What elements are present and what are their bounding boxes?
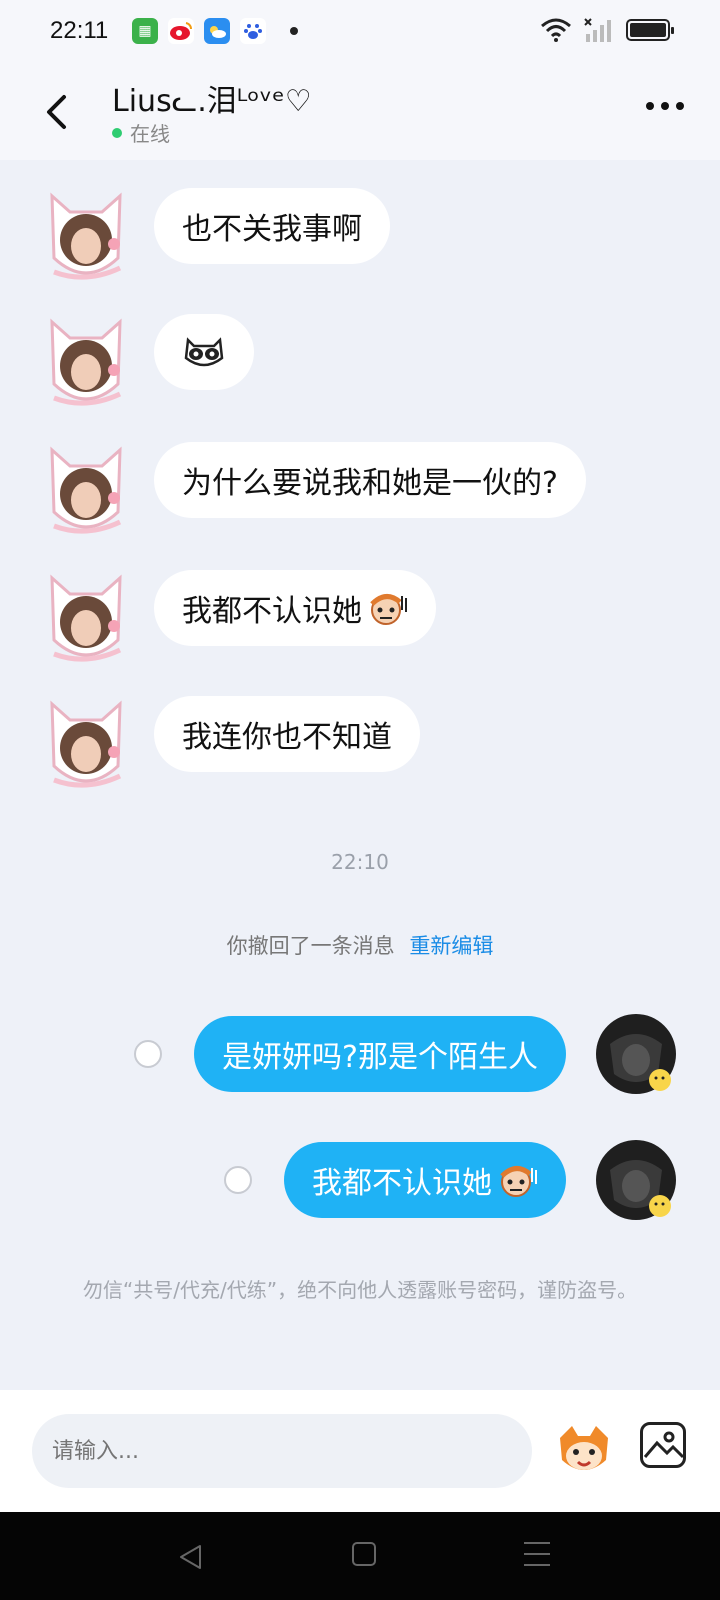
message-text: 是妍妍吗?那是个陌生人 xyxy=(222,1040,538,1075)
contact-name[interactable]: Liusᓚ.泪ᴸᵒᵛᵉ♡ xyxy=(112,76,312,120)
back-button[interactable] xyxy=(36,90,76,134)
status-indicators xyxy=(540,18,674,42)
user-avatar[interactable] xyxy=(596,1140,676,1220)
incoming-message xyxy=(44,314,254,408)
recall-text: 你撤回了一条消息 xyxy=(226,934,395,958)
message-bubble[interactable]: 是妍妍吗?那是个陌生人 xyxy=(194,1016,566,1092)
incoming-message: 为什么要说我和她是一伙的? xyxy=(44,442,586,536)
message-bubble[interactable]: 也不关我事啊 xyxy=(154,188,390,264)
more-dot-icon xyxy=(646,102,654,110)
online-status-label: 在线 xyxy=(130,122,170,146)
message-text: 我连你也不知道 xyxy=(182,720,392,755)
more-dot-icon xyxy=(676,102,684,110)
image-button[interactable] xyxy=(640,1422,686,1468)
contact-avatar[interactable] xyxy=(44,314,128,408)
input-bar xyxy=(0,1390,720,1512)
online-status: 在线 xyxy=(112,118,170,147)
wifi-icon xyxy=(541,18,571,42)
bear-sticker-icon xyxy=(184,337,224,367)
re-edit-link[interactable]: 重新编辑 xyxy=(409,934,493,958)
signal-icon xyxy=(584,18,611,42)
chat-area[interactable]: 也不关我事啊 为什么要说我和她是一伙的? 我都不认识她 我连你也不知道 22:1… xyxy=(0,160,720,1390)
face-emoji-icon xyxy=(370,594,407,625)
notification-dot xyxy=(290,27,298,35)
contact-avatar[interactable] xyxy=(44,570,128,664)
emoji-button[interactable] xyxy=(554,1420,614,1480)
select-radio[interactable] xyxy=(134,1040,163,1068)
incoming-message: 也不关我事啊 xyxy=(44,188,390,282)
nav-back-icon[interactable] xyxy=(178,1544,202,1570)
contact-avatar[interactable] xyxy=(44,188,128,282)
message-bubble[interactable]: 为什么要说我和她是一伙的? xyxy=(154,442,586,518)
message-bubble[interactable]: 我连你也不知道 xyxy=(154,696,420,772)
mascot-emoji-icon xyxy=(560,1426,608,1470)
incoming-message: 我都不认识她 xyxy=(44,570,436,664)
message-bubble[interactable]: 我都不认识她 xyxy=(284,1142,566,1218)
message-text: 也不关我事啊 xyxy=(182,212,362,247)
nav-menu-icon[interactable] xyxy=(524,1542,550,1575)
outgoing-message: 是妍妍吗?那是个陌生人 xyxy=(134,1014,676,1094)
security-notice: 勿信“共号/代充/代练”，绝不向他人透露账号密码，谨防盗号。 xyxy=(82,1278,638,1302)
contact-avatar[interactable] xyxy=(44,442,128,536)
time-divider: 22:10 xyxy=(331,850,389,874)
user-avatar[interactable] xyxy=(596,1014,676,1094)
status-time: 22:11 xyxy=(50,17,109,44)
battery-icon xyxy=(626,19,674,41)
message-input[interactable] xyxy=(32,1414,532,1488)
contact-avatar[interactable] xyxy=(44,696,128,790)
message-bubble[interactable]: 我都不认识她 xyxy=(154,570,436,646)
more-dot-icon xyxy=(661,102,669,110)
status-app-icons: ▦ xyxy=(132,18,298,44)
baidu-icon xyxy=(240,18,266,44)
grid-app-icon: ▦ xyxy=(132,18,158,44)
select-radio[interactable] xyxy=(224,1166,252,1194)
message-bubble[interactable] xyxy=(154,314,254,390)
image-icon xyxy=(643,1431,685,1459)
incoming-message: 我连你也不知道 xyxy=(44,696,420,790)
nav-home-icon[interactable] xyxy=(352,1542,376,1566)
message-text: 为什么要说我和她是一伙的? xyxy=(182,466,558,501)
message-text: 我都不认识她 xyxy=(182,594,362,629)
online-dot-icon xyxy=(112,127,122,138)
weibo-icon xyxy=(168,18,194,44)
system-nav-bar xyxy=(0,1512,720,1600)
recall-notice: 你撤回了一条消息 重新编辑 xyxy=(0,930,720,960)
chevron-left-icon xyxy=(47,95,66,129)
weather-icon xyxy=(204,18,230,44)
outgoing-message: 我都不认识她 xyxy=(224,1140,676,1220)
message-text: 我都不认识她 xyxy=(312,1166,492,1201)
status-bar: 22:11 ▦ xyxy=(0,0,720,64)
face-emoji-icon xyxy=(500,1166,537,1197)
more-options-button[interactable] xyxy=(646,102,684,110)
chat-header: Liusᓚ.泪ᴸᵒᵛᵉ♡ 在线 xyxy=(0,64,720,160)
